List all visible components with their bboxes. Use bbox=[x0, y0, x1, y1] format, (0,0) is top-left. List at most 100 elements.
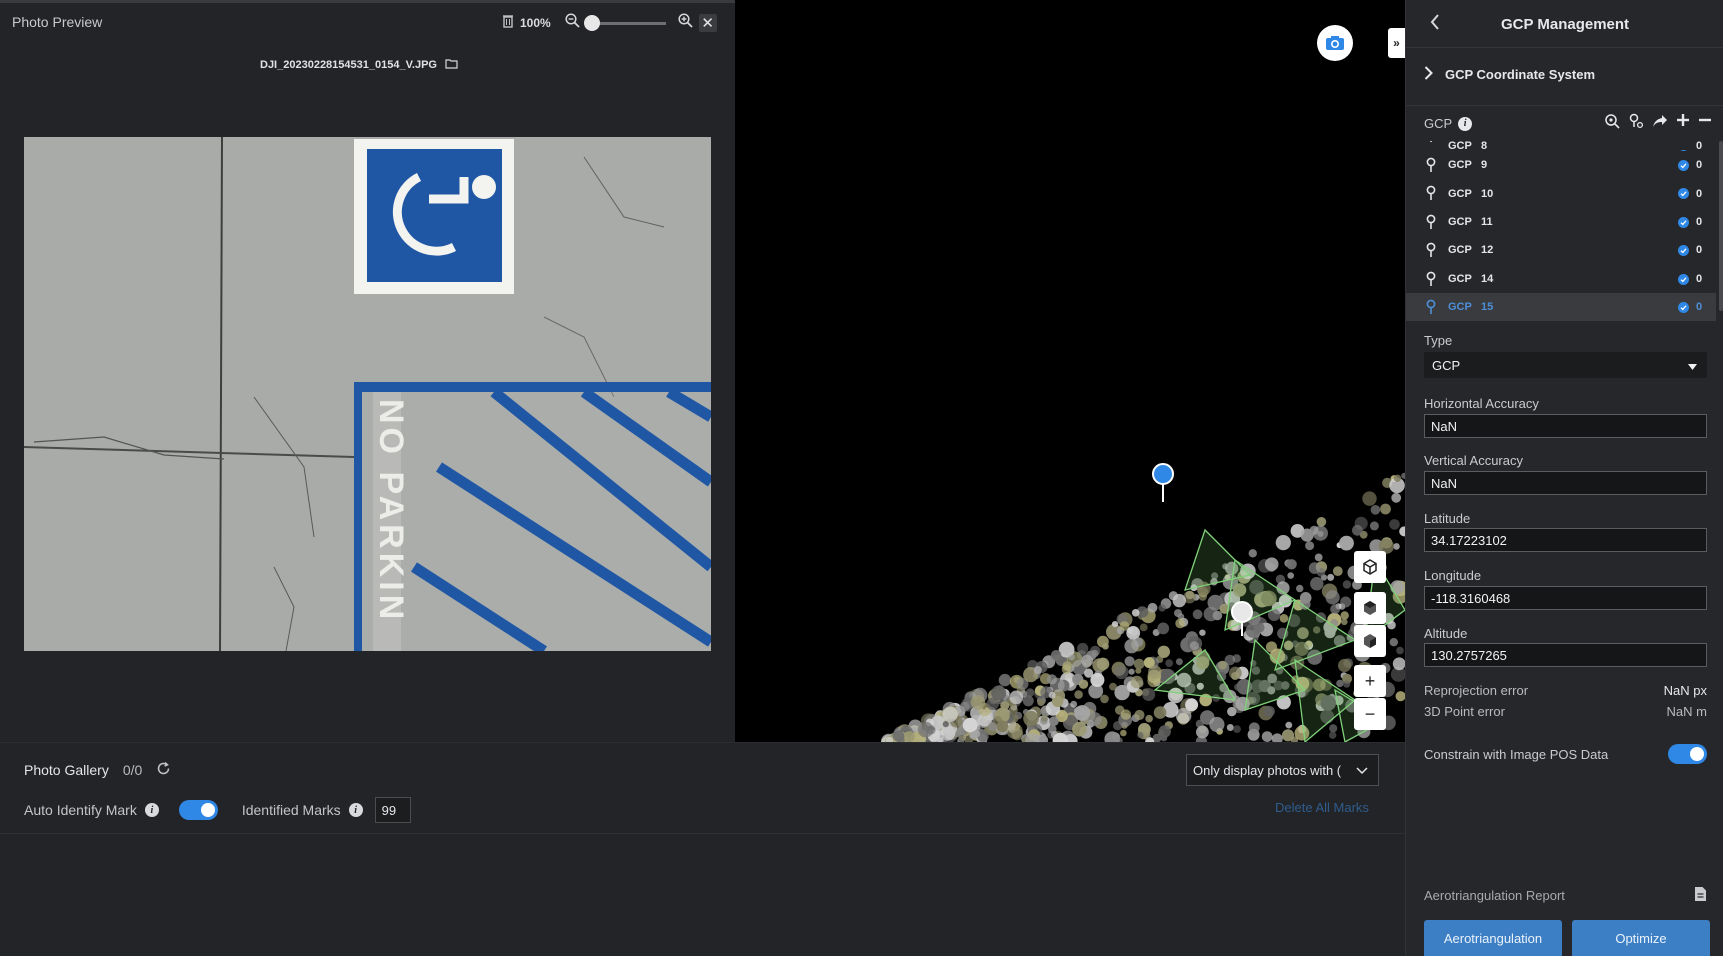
reprojection-error-row: Reprojection error NaN px bbox=[1424, 683, 1707, 698]
info-icon[interactable]: i bbox=[348, 803, 363, 817]
info-icon[interactable]: i bbox=[144, 803, 159, 817]
point-cloud bbox=[881, 463, 1405, 742]
cloud-point bbox=[1248, 549, 1257, 558]
cloud-point bbox=[1248, 722, 1260, 734]
cloud-point bbox=[1165, 659, 1174, 667]
cloud-point bbox=[1391, 492, 1402, 503]
map-zoom-in-button[interactable]: + bbox=[1354, 665, 1386, 697]
type-select[interactable]: GCP bbox=[1424, 352, 1707, 378]
gcp-row[interactable]: GCP 14 0 bbox=[1406, 265, 1716, 293]
cloud-point bbox=[1139, 623, 1148, 632]
horizontal-accuracy-input[interactable]: NaN bbox=[1424, 414, 1707, 438]
cloud-point bbox=[1263, 705, 1275, 717]
cloud-point bbox=[1189, 641, 1199, 651]
cloud-point bbox=[1131, 609, 1140, 617]
aero-report-row: Aerotriangulation Report bbox=[1424, 886, 1707, 905]
locate-gcp-icon[interactable] bbox=[1604, 113, 1620, 133]
document-icon[interactable] bbox=[1694, 886, 1707, 905]
cloud-point bbox=[1338, 658, 1352, 673]
cloud-point bbox=[1264, 557, 1279, 571]
search-pin-icon[interactable] bbox=[1628, 113, 1644, 133]
check-icon bbox=[1678, 273, 1689, 285]
refresh-icon[interactable] bbox=[156, 761, 171, 779]
longitude-input[interactable]: -118.3160468 bbox=[1424, 586, 1707, 610]
camera-icon[interactable] bbox=[1317, 25, 1353, 61]
cloud-point bbox=[1050, 650, 1062, 661]
zoom-in-icon[interactable] bbox=[678, 13, 693, 33]
zoom-slider-handle[interactable] bbox=[583, 14, 600, 31]
gcp-list-scrollbar[interactable] bbox=[1719, 141, 1723, 311]
gcp-row[interactable]: GCP 10 0 bbox=[1406, 179, 1716, 207]
share-icon[interactable] bbox=[1652, 113, 1668, 133]
cloud-point bbox=[1305, 541, 1315, 551]
gcp-name: GCP bbox=[1448, 244, 1472, 257]
cloud-point bbox=[903, 731, 915, 742]
gcp-marker-pin[interactable] bbox=[1152, 463, 1174, 485]
cloud-point bbox=[1271, 733, 1283, 742]
cloud-point bbox=[1175, 658, 1183, 666]
aero-report-label: Aerotriangulation Report bbox=[1424, 888, 1565, 903]
info-icon[interactable]: i bbox=[1458, 116, 1473, 131]
cloud-point bbox=[1068, 654, 1075, 661]
point-error-value: NaN m bbox=[1666, 704, 1707, 719]
remove-icon[interactable] bbox=[1698, 113, 1712, 133]
gcp-name: GCP bbox=[1448, 272, 1472, 285]
cloud-point bbox=[1395, 691, 1405, 702]
cloud-point bbox=[1336, 679, 1344, 688]
cloud-point bbox=[917, 721, 934, 738]
3d-viewport[interactable]: » + − bbox=[735, 0, 1405, 742]
cloud-point bbox=[1120, 729, 1127, 737]
map-zoom-out-button[interactable]: − bbox=[1354, 698, 1386, 730]
gcp-row[interactable]: GCP 15 0 bbox=[1406, 292, 1716, 322]
cloud-point bbox=[1343, 680, 1351, 688]
trash-icon[interactable] bbox=[502, 14, 514, 33]
horizontal-accuracy-label: Horizontal Accuracy bbox=[1424, 396, 1539, 411]
view-3d-icon[interactable] bbox=[1354, 551, 1386, 583]
altitude-input[interactable]: 130.2757265 bbox=[1424, 643, 1707, 667]
constrain-toggle[interactable] bbox=[1668, 744, 1707, 764]
cloud-point bbox=[1316, 517, 1327, 527]
cloud-point bbox=[1037, 699, 1045, 707]
gcp-mark-count: 0 bbox=[1696, 244, 1703, 257]
cloud-point bbox=[1185, 590, 1194, 600]
optimize-button[interactable]: Optimize bbox=[1572, 920, 1710, 956]
auto-identify-toggle[interactable] bbox=[178, 800, 218, 820]
cloud-point bbox=[1172, 593, 1186, 608]
identified-marks-input[interactable]: 99 bbox=[374, 797, 411, 823]
cloud-point bbox=[1158, 604, 1166, 612]
close-icon[interactable]: ✕ bbox=[698, 14, 717, 32]
zoom-slider[interactable] bbox=[583, 14, 666, 31]
gcp-number: 12 bbox=[1481, 244, 1494, 257]
aerotriangulation-button[interactable]: Aerotriangulation bbox=[1424, 920, 1562, 956]
gcp-name: GCP bbox=[1448, 159, 1472, 172]
expand-icon[interactable]: » bbox=[1388, 28, 1405, 58]
cube-top-icon[interactable] bbox=[1354, 592, 1386, 624]
latitude-input[interactable]: 34.17223102 bbox=[1424, 528, 1707, 552]
gcp-name: GCP bbox=[1448, 187, 1472, 200]
cube-side-icon[interactable] bbox=[1354, 625, 1386, 657]
constrain-label: Constrain with Image POS Data bbox=[1424, 746, 1609, 762]
cloud-point bbox=[1133, 658, 1145, 670]
gcp-number: 15 bbox=[1481, 301, 1494, 314]
folder-icon[interactable] bbox=[445, 58, 458, 72]
cloud-point bbox=[1389, 519, 1400, 530]
gcp-list-header: GCP i bbox=[1406, 105, 1723, 141]
gcp-mark-count: 0 bbox=[1696, 159, 1703, 172]
delete-all-marks-link[interactable]: Delete All Marks bbox=[1275, 800, 1369, 815]
preview-photo: NO PARKIN bbox=[24, 137, 711, 651]
gcp-coordinate-system-toggle[interactable]: GCP Coordinate System bbox=[1424, 66, 1595, 83]
zoom-out-icon[interactable] bbox=[565, 13, 580, 33]
gcp-row[interactable]: GCP 11 0 bbox=[1406, 208, 1716, 236]
gcp-number: 14 bbox=[1481, 272, 1494, 285]
photo-filter-select[interactable]: Only display photos with ( bbox=[1186, 754, 1379, 786]
cloud-point bbox=[1369, 521, 1379, 531]
gcp-row[interactable]: GCP 12 0 bbox=[1406, 236, 1716, 264]
gcp-row[interactable]: GCP 8 0 bbox=[1406, 141, 1716, 151]
cloud-point bbox=[1329, 724, 1338, 733]
cloud-point bbox=[942, 706, 958, 722]
vertical-accuracy-input[interactable]: NaN bbox=[1424, 471, 1707, 495]
cloud-point bbox=[1114, 665, 1129, 680]
add-icon[interactable] bbox=[1676, 113, 1690, 133]
gcp-marker-pin[interactable] bbox=[1231, 601, 1253, 623]
gcp-row[interactable]: GCP 9 0 bbox=[1406, 151, 1716, 179]
